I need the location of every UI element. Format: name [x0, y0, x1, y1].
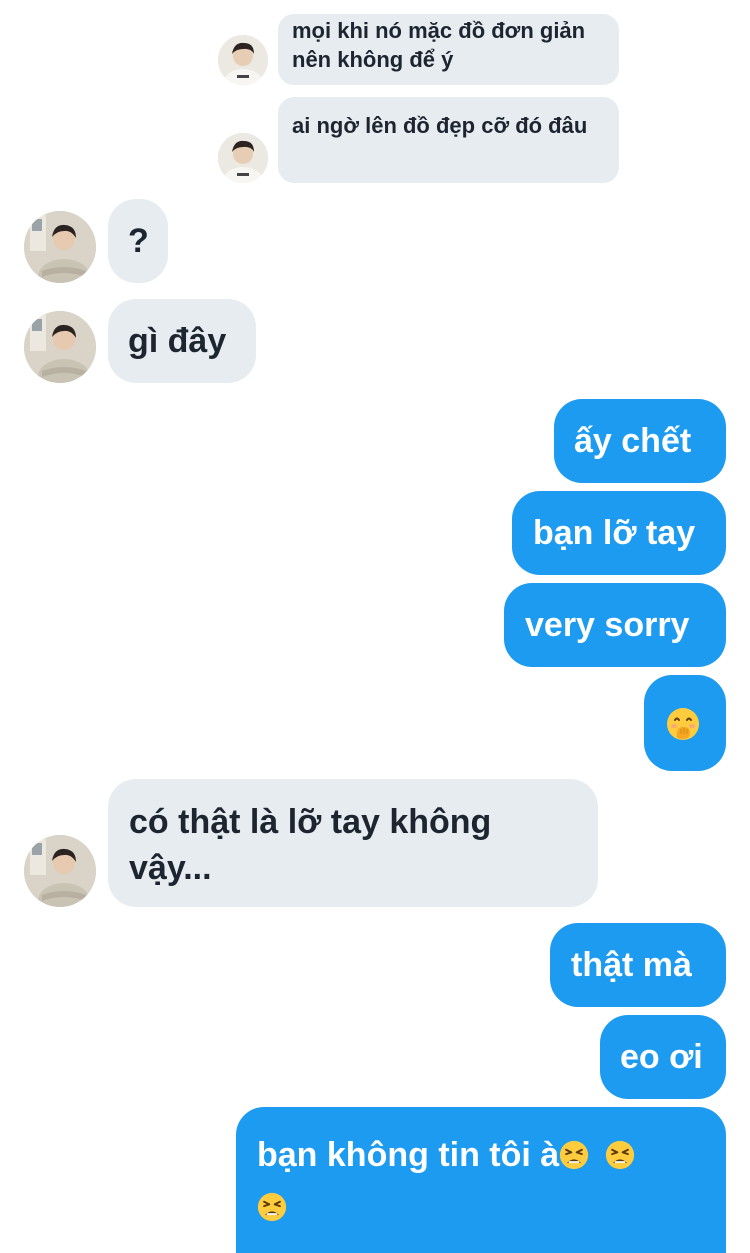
incoming-message-text: gì đây [128, 322, 227, 360]
incoming-message: gì đây [108, 299, 256, 383]
outgoing-message: bạn không tin tôi à [236, 1107, 726, 1253]
outgoing-message: ấy chết [554, 399, 726, 483]
sender-avatar[interactable] [24, 311, 96, 383]
quoted-message: ai ngờ lên đồ đẹp cỡ đó đâu [278, 97, 619, 183]
avatar[interactable] [218, 35, 268, 85]
outgoing-message-text: thật mà [571, 946, 692, 984]
outgoing-message [644, 675, 726, 771]
incoming-message: có thật là lỡ tay không vậy... [108, 779, 598, 907]
incoming-message-text: ? [128, 222, 149, 260]
outgoing-message: bạn lỡ tay [512, 491, 726, 575]
quoted-message-text: ai ngờ lên đồ đẹp cỡ đó đâu [292, 113, 588, 138]
incoming-message: ? [108, 199, 168, 283]
outgoing-message-text: bạn không tin tôi à [257, 1136, 560, 1174]
outgoing-message: very sorry [504, 583, 726, 667]
sender-avatar[interactable] [24, 211, 96, 283]
tired-face-icon [257, 1192, 287, 1222]
tired-face-icon [605, 1140, 635, 1170]
outgoing-message: eo ơi [600, 1015, 726, 1099]
avatar-photo [218, 133, 268, 183]
outgoing-message-text: very sorry [525, 606, 690, 644]
avatar[interactable] [218, 133, 268, 183]
outgoing-message: thật mà [550, 923, 726, 1007]
avatar-photo [24, 211, 96, 283]
outgoing-message-text: eo ơi [620, 1038, 703, 1076]
avatar-photo [24, 835, 96, 907]
outgoing-message-text: bạn lỡ tay [533, 514, 696, 552]
outgoing-message-text: ấy chết [574, 422, 692, 460]
tired-face-icon [559, 1140, 589, 1170]
incoming-message-text: có thật là lỡ tay không vậy... [129, 803, 501, 887]
avatar-photo [24, 311, 96, 383]
quoted-message: mọi khi nó mặc đồ đơn giản nên không để … [278, 14, 619, 85]
face-with-hand-over-mouth-icon [666, 707, 700, 741]
sender-avatar[interactable] [24, 835, 96, 907]
avatar-photo [218, 35, 268, 85]
quoted-message-text: mọi khi nó mặc đồ đơn giản nên không để … [292, 18, 592, 72]
